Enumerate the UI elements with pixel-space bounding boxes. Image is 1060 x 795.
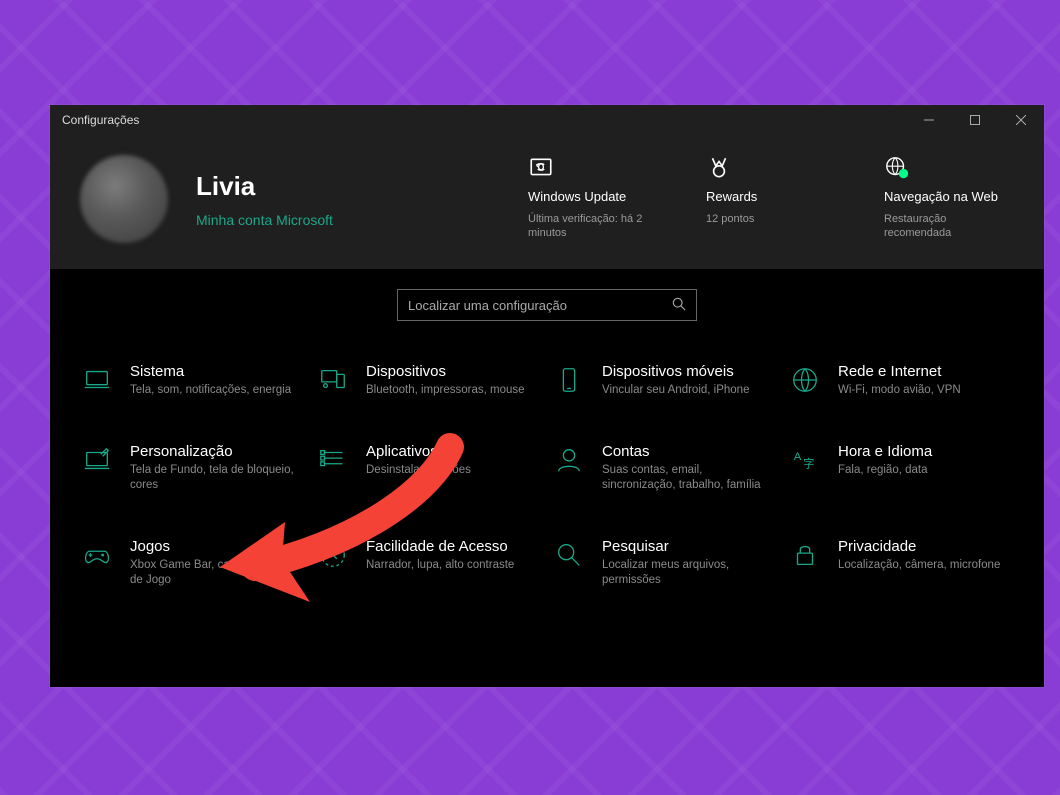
header: Livia Minha conta Microsoft Windows Upda… [50,135,1044,269]
svg-text:字: 字 [803,456,814,470]
category-subtitle: Xbox Game Bar, capturas, Modo de Jogo [130,558,300,589]
category-title: Sistema [130,363,291,380]
user-name: Livia [196,171,500,202]
category-apps[interactable]: Aplicativos Desinstalar, padrões [316,443,542,494]
category-title: Personalização [130,443,300,460]
category-search[interactable]: Pesquisar Localizar meus arquivos, permi… [552,538,778,589]
maximize-button[interactable] [952,105,998,135]
globe-icon [788,363,822,397]
sync-icon [528,155,554,181]
category-subtitle: Suas contas, email, sincronização, traba… [602,463,772,494]
svg-text:A: A [794,451,802,463]
search-icon [672,297,686,314]
category-system[interactable]: Sistema Tela, som, notificações, energia [80,363,306,399]
body: Sistema Tela, som, notificações, energia… [50,269,1044,687]
category-gaming[interactable]: Jogos Xbox Game Bar, capturas, Modo de J… [80,538,306,589]
user-block: Livia Minha conta Microsoft [196,155,500,243]
category-title: Pesquisar [602,538,772,555]
titlebar: Configurações [50,105,1044,135]
category-subtitle: Localização, câmera, microfone [838,558,1000,574]
category-privacy[interactable]: Privacidade Localização, câmera, microfo… [788,538,1014,589]
category-network[interactable]: Rede e Internet Wi-Fi, modo avião, VPN [788,363,1014,399]
category-title: Facilidade de Acesso [366,538,514,555]
tile-subtitle: Última verificação: há 2 minutos [528,212,658,241]
category-subtitle: Bluetooth, impressoras, mouse [366,383,525,399]
globe-badge-icon [884,155,910,181]
settings-window: Configurações Livia Minha conta Microsof… [50,105,1044,687]
category-subtitle: Desinstalar, padrões [366,463,471,479]
avatar[interactable] [80,155,168,243]
category-title: Dispositivos [366,363,525,380]
category-subtitle: Wi-Fi, modo avião, VPN [838,383,961,399]
category-title: Hora e Idioma [838,443,932,460]
tile-title: Navegação na Web [884,189,1014,204]
category-subtitle: Tela, som, notificações, energia [130,383,291,399]
brush-icon [80,443,114,477]
tile-title: Rewards [706,189,836,204]
category-title: Jogos [130,538,300,555]
tile-rewards[interactable]: Rewards 12 pontos [706,155,836,226]
medal-icon [706,155,732,181]
phone-icon [552,363,586,397]
category-title: Privacidade [838,538,1000,555]
devices-icon [316,363,350,397]
window-title: Configurações [62,113,139,127]
category-subtitle: Localizar meus arquivos, permissões [602,558,772,589]
tile-web-browsing[interactable]: Navegação na Web Restauração recomendada [884,155,1014,241]
tile-subtitle: Restauração recomendada [884,212,1014,241]
tile-windows-update[interactable]: Windows Update Última verificação: há 2 … [528,155,658,241]
category-subtitle: Tela de Fundo, tela de bloqueio, cores [130,463,300,494]
status-tiles: Windows Update Última verificação: há 2 … [528,155,1014,243]
category-title: Dispositivos móveis [602,363,749,380]
tile-title: Windows Update [528,189,658,204]
category-devices[interactable]: Dispositivos Bluetooth, impressoras, mou… [316,363,542,399]
minimize-button[interactable] [906,105,952,135]
search-icon [552,538,586,572]
gamepad-icon [80,538,114,572]
category-title: Contas [602,443,772,460]
category-accounts[interactable]: Contas Suas contas, email, sincronização… [552,443,778,494]
search-input[interactable] [408,298,672,313]
ease-icon [316,538,350,572]
time-lang-icon: A字 [788,443,822,477]
category-time-language[interactable]: A字 Hora e Idioma Fala, região, data [788,443,1014,494]
category-subtitle: Vincular seu Android, iPhone [602,383,749,399]
account-link[interactable]: Minha conta Microsoft [196,212,500,228]
lock-icon [788,538,822,572]
laptop-icon [80,363,114,397]
apps-icon [316,443,350,477]
search-box[interactable] [397,289,697,321]
category-title: Aplicativos [366,443,471,460]
category-title: Rede e Internet [838,363,961,380]
categories-grid: Sistema Tela, som, notificações, energia… [80,363,1014,589]
category-subtitle: Fala, região, data [838,463,932,479]
category-subtitle: Narrador, lupa, alto contraste [366,558,514,574]
category-mobile[interactable]: Dispositivos móveis Vincular seu Android… [552,363,778,399]
person-icon [552,443,586,477]
category-personalization[interactable]: Personalização Tela de Fundo, tela de bl… [80,443,306,494]
category-ease-of-access[interactable]: Facilidade de Acesso Narrador, lupa, alt… [316,538,542,589]
close-button[interactable] [998,105,1044,135]
tile-subtitle: 12 pontos [706,212,836,226]
